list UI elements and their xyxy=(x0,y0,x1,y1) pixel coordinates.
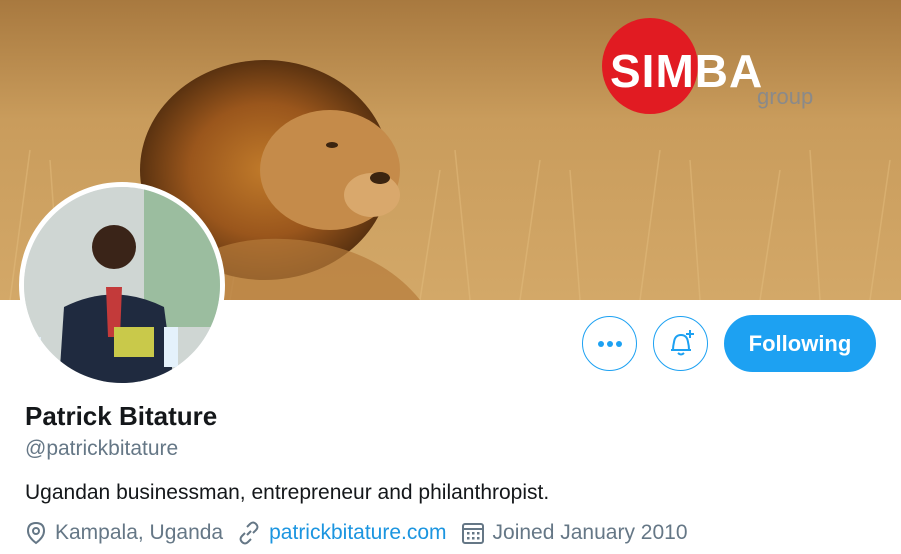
notifications-button[interactable] xyxy=(653,316,708,371)
profile-actions: Following xyxy=(582,315,876,372)
website-link[interactable]: patrickbitature.com xyxy=(269,521,446,545)
simba-group-logo: SIMBA group xyxy=(602,18,832,118)
avatar[interactable] xyxy=(19,182,225,388)
calendar-icon xyxy=(461,523,484,544)
location-item: Kampala, Uganda xyxy=(25,521,223,545)
logo-text: SIMBA xyxy=(610,45,764,97)
link-icon xyxy=(239,521,259,545)
profile-handle: @patrickbitature xyxy=(25,437,179,460)
location-text: Kampala, Uganda xyxy=(55,521,224,544)
profile-meta: Kampala, Uganda patrickbitature.com Join… xyxy=(25,521,702,545)
joined-text: Joined January 2010 xyxy=(492,521,688,544)
profile-name: Patrick Bitature xyxy=(25,401,218,431)
profile-bio: Ugandan businessman, entrepreneur and ph… xyxy=(25,481,550,504)
bell-plus-icon xyxy=(670,329,694,355)
location-pin-icon xyxy=(26,521,46,545)
more-icon xyxy=(597,340,622,347)
avatar-photo xyxy=(24,187,220,383)
website-item: patrickbitature.com xyxy=(237,521,447,545)
joined-item: Joined January 2010 xyxy=(461,521,688,545)
logo-subtext: group xyxy=(757,84,814,109)
more-button[interactable] xyxy=(582,316,637,371)
following-button[interactable]: Following xyxy=(724,315,876,372)
